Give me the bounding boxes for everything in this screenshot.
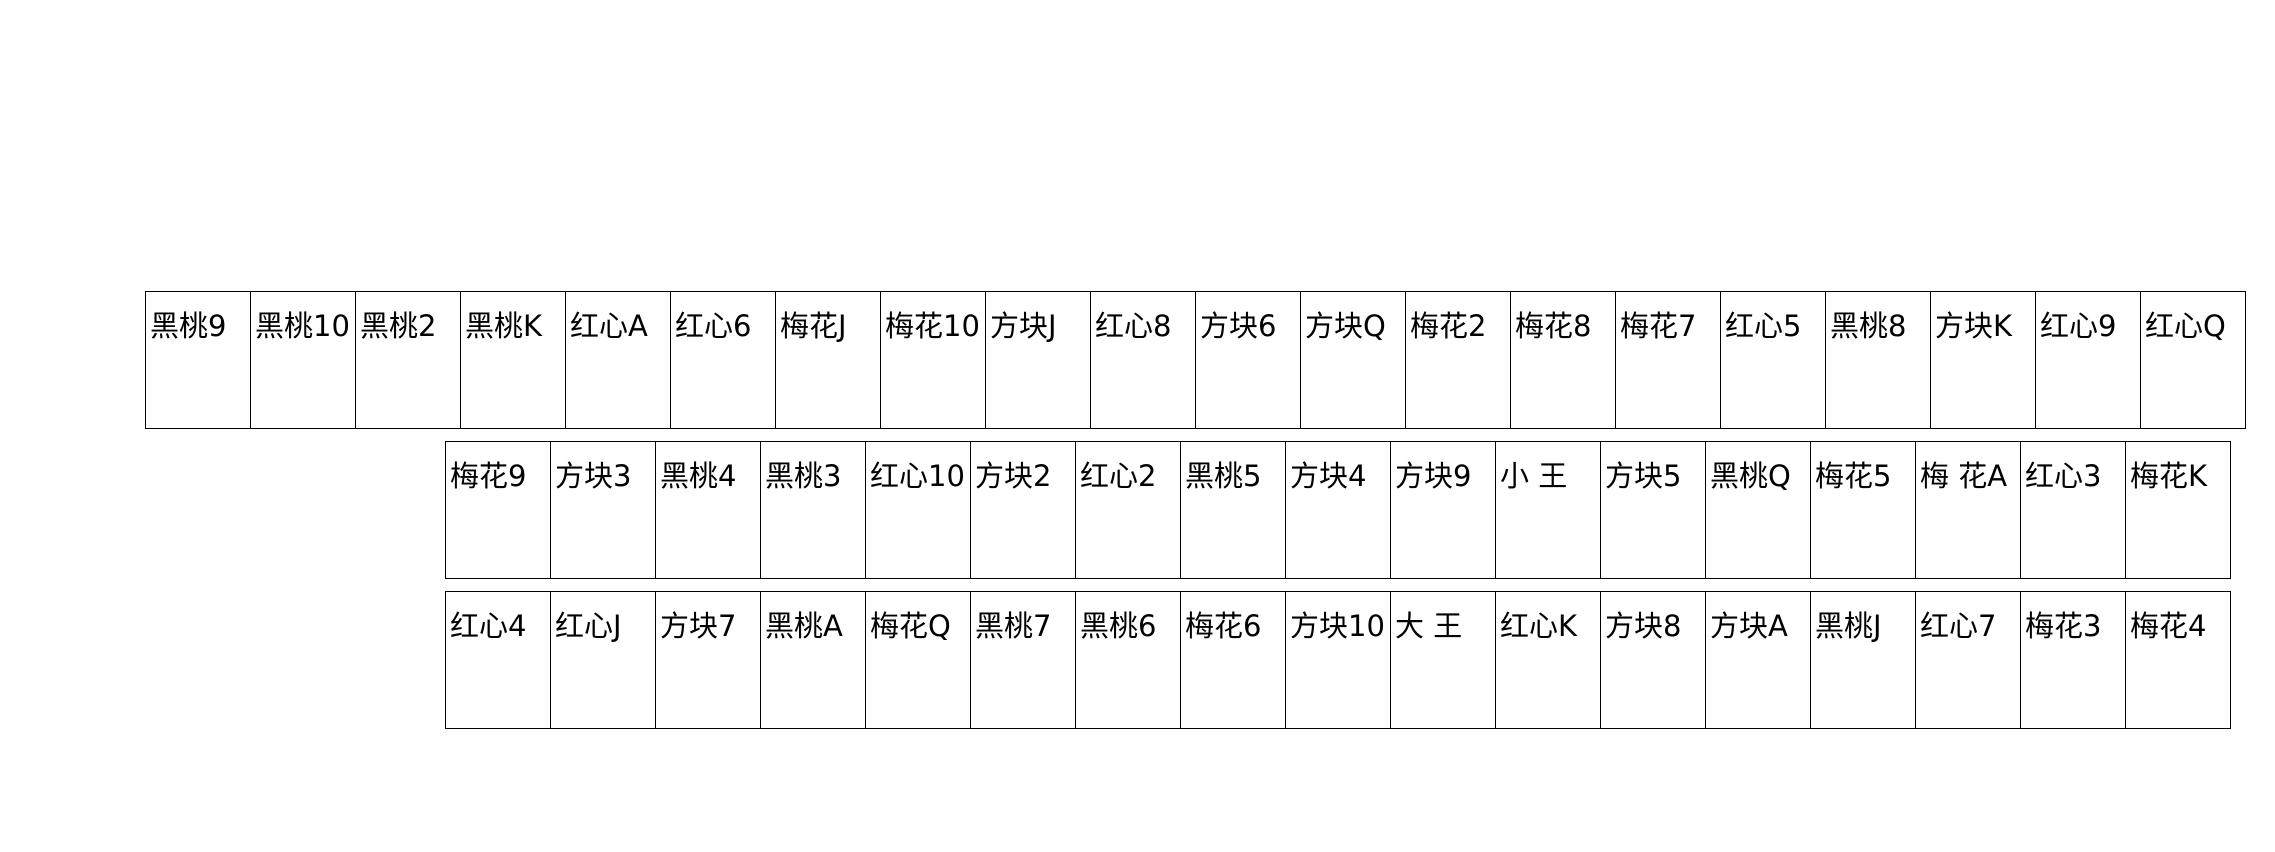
card[interactable]: 大 王 [1391, 592, 1496, 728]
card[interactable]: 梅花J [776, 292, 881, 428]
card[interactable]: 红心5 [1721, 292, 1826, 428]
card[interactable]: 方块7 [656, 592, 761, 728]
card[interactable]: 红心10 [866, 442, 971, 578]
card[interactable]: 黑桃3 [761, 442, 866, 578]
card[interactable]: 红心9 [2036, 292, 2141, 428]
card[interactable]: 梅 花A [1916, 442, 2021, 578]
card[interactable]: 梅花3 [2021, 592, 2126, 728]
card[interactable]: 方块4 [1286, 442, 1391, 578]
card[interactable]: 黑桃4 [656, 442, 761, 578]
card[interactable]: 梅花6 [1181, 592, 1286, 728]
card[interactable]: 黑桃8 [1826, 292, 1931, 428]
card[interactable]: 黑桃K [461, 292, 566, 428]
card[interactable]: 方块3 [551, 442, 656, 578]
card[interactable]: 方块A [1706, 592, 1811, 728]
card[interactable]: 方块2 [971, 442, 1076, 578]
card[interactable]: 方块6 [1196, 292, 1301, 428]
card[interactable]: 梅花8 [1511, 292, 1616, 428]
card[interactable]: 梅花5 [1811, 442, 1916, 578]
player-hand-1: 黑桃9 黑桃10 黑桃2 黑桃K 红心A 红心6 梅花J 梅花10 方块J 红心8 方块6 方块Q 梅花… [145, 291, 2246, 429]
card[interactable]: 黑桃10 [251, 292, 356, 428]
player-hand-2: 梅花9 方块3 黑桃4 黑桃3 红心10 方块2 红心2 黑桃5 方块4 方块9 小 王方块5 黑桃Q… [445, 441, 2231, 579]
card[interactable]: 方块J [986, 292, 1091, 428]
card[interactable]: 方块9 [1391, 442, 1496, 578]
card[interactable]: 红心Q [2141, 292, 2246, 428]
card[interactable]: 小 王 [1496, 442, 1601, 578]
card[interactable]: 梅花Q [866, 592, 971, 728]
card[interactable]: 黑桃6 [1076, 592, 1181, 728]
player-hand-3: 红心4 红心J 方块7 黑桃A 梅花Q 黑桃7 黑桃6 梅花6 方块10 大 王红心K 方块8 方块A… [445, 591, 2231, 729]
card[interactable]: 红心J [551, 592, 656, 728]
card[interactable]: 红心4 [446, 592, 551, 728]
card[interactable]: 黑桃9 [146, 292, 251, 428]
card[interactable]: 梅花10 [881, 292, 986, 428]
card[interactable]: 梅花K [2126, 442, 2231, 578]
card[interactable]: 方块5 [1601, 442, 1706, 578]
card[interactable]: 红心7 [1916, 592, 2021, 728]
card[interactable]: 方块Q [1301, 292, 1406, 428]
card[interactable]: 黑桃A [761, 592, 866, 728]
card[interactable]: 红心3 [2021, 442, 2126, 578]
card[interactable]: 方块8 [1601, 592, 1706, 728]
card[interactable]: 红心2 [1076, 442, 1181, 578]
card[interactable]: 黑桃5 [1181, 442, 1286, 578]
card[interactable]: 黑桃7 [971, 592, 1076, 728]
card[interactable]: 梅花9 [446, 442, 551, 578]
card[interactable]: 梅花7 [1616, 292, 1721, 428]
card[interactable]: 梅花2 [1406, 292, 1511, 428]
card[interactable]: 红心A [566, 292, 671, 428]
card[interactable]: 方块K [1931, 292, 2036, 428]
card[interactable]: 红心K [1496, 592, 1601, 728]
card[interactable]: 梅花4 [2126, 592, 2231, 728]
card[interactable]: 黑桃Q [1706, 442, 1811, 578]
card[interactable]: 红心8 [1091, 292, 1196, 428]
card[interactable]: 黑桃2 [356, 292, 461, 428]
card[interactable]: 红心6 [671, 292, 776, 428]
card[interactable]: 方块10 [1286, 592, 1391, 728]
card[interactable]: 黑桃J [1811, 592, 1916, 728]
